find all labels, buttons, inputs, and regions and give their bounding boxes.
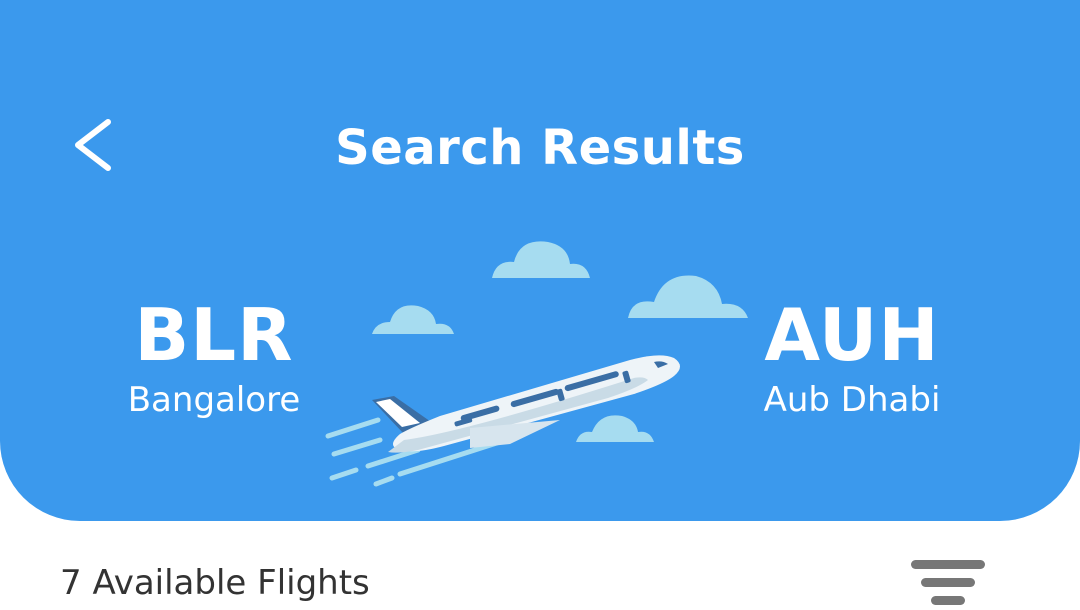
cloud-icon [628,275,748,318]
filter-icon [911,560,985,605]
airplane-illustration [325,241,748,487]
destination-airport: AUH Aub Dhabi [722,292,982,422]
origin-city: Bangalore [127,380,301,420]
search-header: Search Results BLR Bangalore AUH Aub Dha… [0,0,1080,521]
filter-button[interactable] [905,556,991,606]
page-title: Search Results [335,120,745,176]
destination-code: AUH [764,293,940,377]
cloud-icon [492,241,590,278]
origin-code: BLR [134,293,294,377]
destination-city: Aub Dhabi [763,380,941,420]
origin-airport: BLR Bangalore [84,292,344,422]
cloud-icon [576,415,654,442]
available-flights-count: 7 Available Flights [60,563,370,603]
cloud-icon [372,305,454,334]
